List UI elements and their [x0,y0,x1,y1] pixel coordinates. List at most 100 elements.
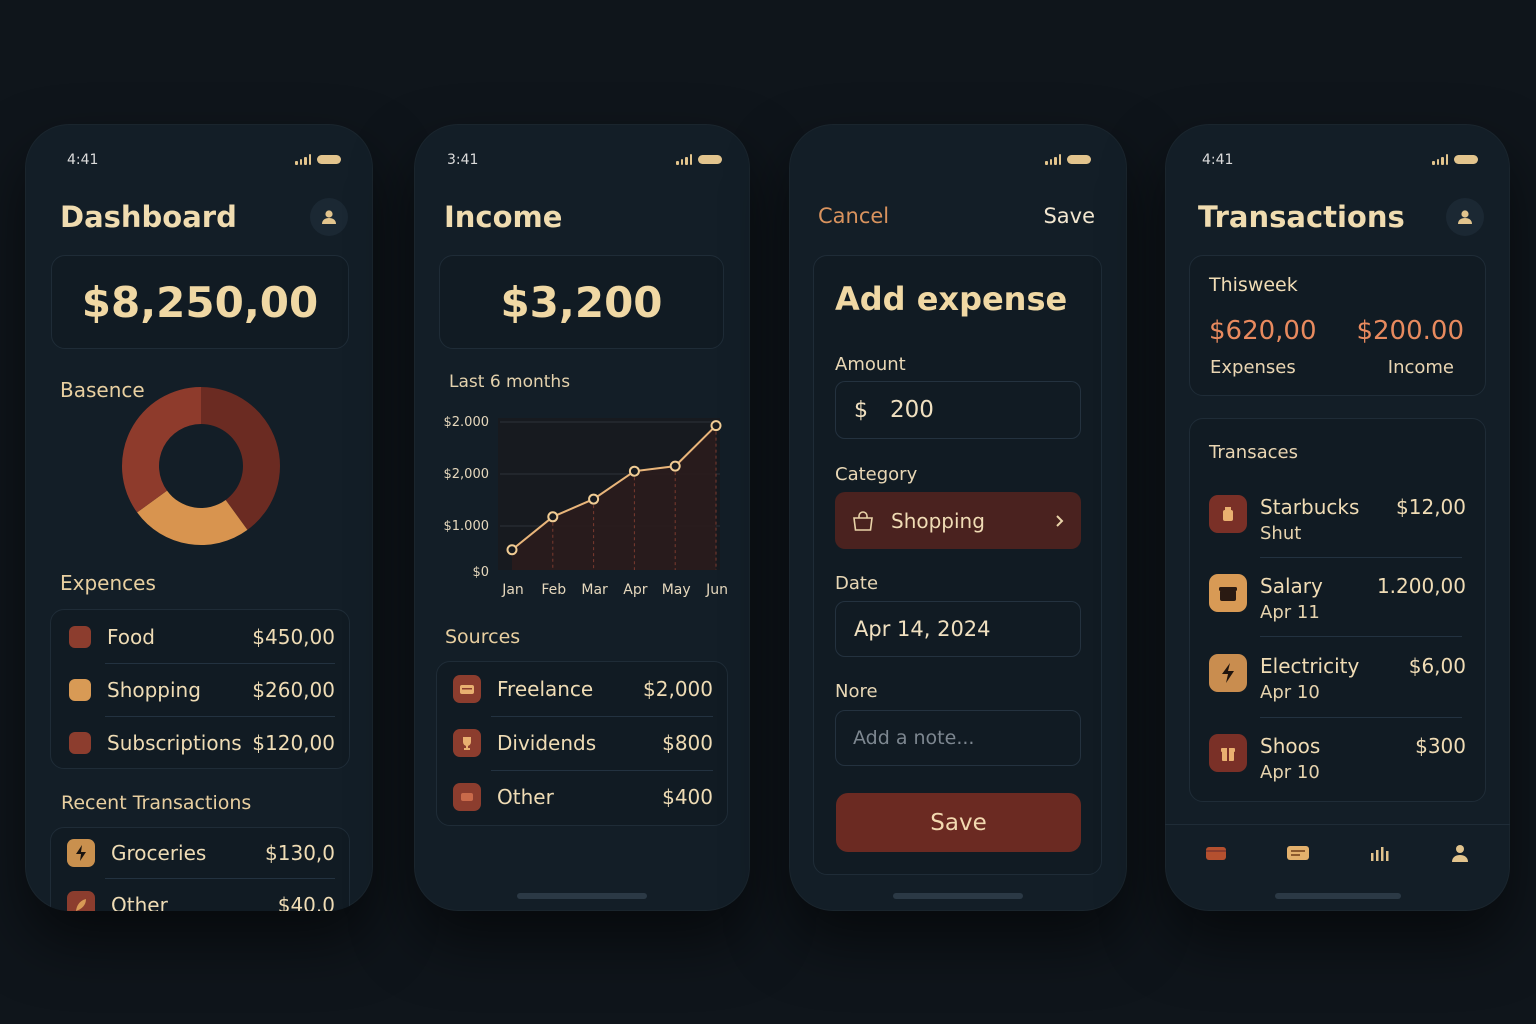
item-name: Groceries [111,841,207,865]
tx-name: Salary [1260,574,1323,598]
date-field[interactable]: Apr 14, 2024 [835,601,1081,657]
item-name: Other [497,784,554,809]
divider [1260,717,1462,718]
table-row[interactable]: Starbucks Shut $12,00 [1189,495,1486,575]
tab-cards[interactable] [1286,844,1310,866]
divider [1260,636,1462,637]
leaf-icon [67,891,95,911]
subscriptions-category-icon [69,731,91,754]
card-icon [1286,846,1309,860]
recent-transactions-list: Groceries $130,0 Other $40.0 [50,827,350,911]
item-value: $400 [662,784,713,809]
item-value: $260,00 [252,677,335,702]
stats-icon [1371,847,1389,861]
battery-icon [1067,155,1091,164]
tab-profile[interactable] [1450,843,1470,867]
trophy-icon [453,728,481,757]
home-indicator[interactable] [893,893,1023,899]
food-category-icon [69,625,91,648]
x-tick-label: Mar [581,582,608,598]
save-top-button[interactable]: Save [1043,204,1095,228]
data-point [547,511,559,523]
item-name: Subscriptions [107,730,242,755]
signal-icon [1432,154,1448,165]
form-title: Add expense [835,280,1068,318]
item-name: Freelance [497,676,594,701]
list-item[interactable]: Food $450,00 [51,610,349,663]
item-value: $120,00 [252,730,335,755]
list-item[interactable]: Subscriptions $120,00 [51,716,349,769]
home-indicator[interactable] [517,893,647,899]
income-screen: 3:41 Income $3,200 Last 6 months $2.000 $… [414,124,750,911]
page-title: Transactions [1198,200,1405,234]
shopping-bag-icon [853,510,873,531]
profile-button[interactable] [310,198,348,236]
battery-icon [1454,155,1478,164]
home-indicator[interactable] [1274,893,1401,899]
list-item[interactable]: Other $40.0 [51,880,349,911]
status-time: 4:41 [1202,152,1234,168]
item-value: $800 [662,730,713,755]
data-point [669,460,681,472]
table-row[interactable]: Shoos Apr 10 $300 [1189,734,1486,814]
item-name: Food [107,624,155,649]
note-field[interactable]: Add a note... [835,710,1081,766]
profile-icon [1458,210,1472,224]
category-value: Shopping [891,508,985,533]
battery-icon [317,155,341,164]
note-placeholder: Add a note... [853,727,975,749]
tx-sub: Apr 10 [1260,762,1320,783]
item-name: Dividends [497,730,597,755]
expense-form-card [813,255,1102,875]
category-select[interactable]: Shopping [835,492,1081,549]
tx-amount: $300 [1415,734,1466,758]
balance-amount: $8,250,00 [81,277,319,327]
tab-stats[interactable] [1369,844,1391,866]
currency-symbol: $ [854,397,868,423]
cancel-button[interactable]: Cancel [818,204,889,228]
page-title: Dashboard [60,200,237,234]
tx-amount: 1.200,00 [1376,574,1466,598]
status-icons [295,154,341,165]
battery-icon [698,155,722,164]
tx-sub: Apr 11 [1260,602,1320,623]
list-item[interactable]: Other $400 [437,770,727,823]
item-value: $40.0 [277,893,335,911]
y-tick-label: $1.000 [444,519,490,534]
recent-transactions-label: Recent Transactions [61,792,252,814]
table-row[interactable]: Electricity Apr 10 $6,00 [1189,654,1486,734]
list-item[interactable]: Freelance $2,000 [437,662,727,715]
chart-caption: Last 6 months [449,372,571,392]
list-item[interactable]: Dividends $800 [437,716,727,769]
y-tick-label: $2.000 [444,415,490,430]
cup-icon [1209,495,1247,533]
status-icons [1432,154,1478,165]
chevron-right-icon [1056,514,1064,527]
signal-icon [676,154,692,165]
wallet-icon [453,674,481,703]
table-row[interactable]: Salary Apr 11 1.200,00 [1189,574,1486,654]
tx-amount: $6,00 [1408,654,1466,678]
save-button[interactable]: Save [836,793,1081,852]
list-item[interactable]: Shopping $260,00 [51,663,349,716]
tab-bar [1165,840,1510,870]
bolt-icon [1209,654,1247,692]
signal-icon [1045,154,1061,165]
shopping-category-icon [69,678,91,701]
tab-wallet[interactable] [1205,844,1227,866]
status-time: 4:41 [67,152,99,168]
profile-button[interactable] [1446,198,1484,236]
weekly-summary-card: Thisweek $620,00 $200.00 Expenses Income [1189,255,1486,396]
tx-name: Shoos [1260,734,1321,758]
list-item[interactable]: Groceries $130,0 [51,828,349,878]
x-tick-label: Jun [705,582,728,598]
x-tick-label: Jan [501,582,524,598]
sources-label: Sources [445,626,521,648]
data-point [588,493,600,505]
profile-icon [322,210,336,224]
sources-list: Freelance $2,000 Dividends $800 Other $4… [436,661,728,826]
amount-field[interactable]: $ 200 [835,381,1081,439]
tab-bar-divider [1165,824,1510,825]
item-name: Shopping [107,677,201,702]
expenses-list: Food $450,00 Shopping $260,00 Subscripti… [50,609,350,769]
